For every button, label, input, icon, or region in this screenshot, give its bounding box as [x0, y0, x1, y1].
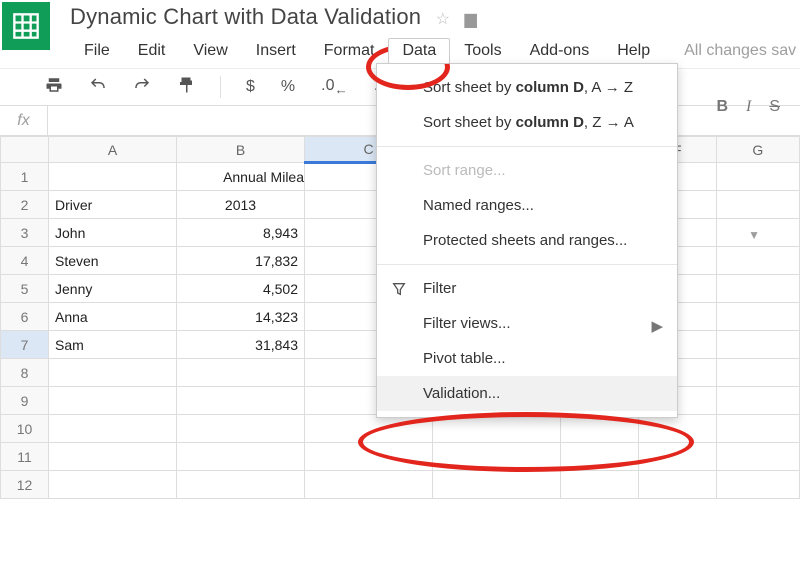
- row-header-2[interactable]: 2: [1, 191, 49, 219]
- cell-B2[interactable]: 2013: [177, 191, 305, 219]
- save-status: All changes sav: [684, 38, 796, 64]
- row-header-10[interactable]: 10: [1, 415, 49, 443]
- menu-help[interactable]: Help: [603, 38, 664, 64]
- cell-A6[interactable]: Anna: [49, 303, 177, 331]
- col-header-G[interactable]: G: [716, 137, 799, 163]
- row-header-12[interactable]: 12: [1, 471, 49, 499]
- menu-edit[interactable]: Edit: [124, 38, 180, 64]
- fx-label: fx: [0, 106, 48, 135]
- dec-decrease[interactable]: .0←: [316, 73, 353, 101]
- row-header-3[interactable]: 3: [1, 219, 49, 247]
- redo-icon[interactable]: [128, 72, 156, 103]
- submenu-arrow-icon: ▶: [651, 317, 663, 335]
- menu-format[interactable]: Format: [310, 38, 389, 64]
- menu-addons[interactable]: Add-ons: [516, 38, 604, 64]
- menu-protected[interactable]: Protected sheets and ranges...: [377, 223, 677, 258]
- row-header-11[interactable]: 11: [1, 443, 49, 471]
- cell-A4[interactable]: Steven: [49, 247, 177, 275]
- menu-sort-range: Sort range...: [377, 153, 677, 188]
- undo-icon[interactable]: [84, 72, 112, 103]
- print-icon[interactable]: [40, 72, 68, 103]
- menu-named-ranges[interactable]: Named ranges...: [377, 188, 677, 223]
- italic-button[interactable]: I: [746, 98, 751, 116]
- document-title[interactable]: Dynamic Chart with Data Validation: [70, 4, 421, 29]
- cell-A2[interactable]: Driver: [49, 191, 177, 219]
- col-header-B[interactable]: B: [177, 137, 305, 163]
- menu-filter[interactable]: Filter: [377, 271, 677, 306]
- spreadsheet-icon: [12, 12, 40, 40]
- select-all-corner[interactable]: [1, 137, 49, 163]
- col-header-A[interactable]: A: [49, 137, 177, 163]
- menu-filter-views[interactable]: Filter views...▶: [377, 306, 677, 341]
- menu-file[interactable]: File: [70, 38, 124, 64]
- filter-icon: [391, 281, 407, 301]
- format-currency[interactable]: $: [241, 74, 260, 100]
- cell-B3[interactable]: 8,943: [177, 219, 305, 247]
- row-header-4[interactable]: 4: [1, 247, 49, 275]
- menu-insert[interactable]: Insert: [242, 38, 310, 64]
- sheets-logo[interactable]: [2, 2, 50, 50]
- format-text-group: B I S: [716, 98, 780, 116]
- cell-B7[interactable]: 31,843: [177, 331, 305, 359]
- data-menu-dropdown: Sort sheet by column D, A → Z Sort sheet…: [376, 63, 678, 418]
- row-header-8[interactable]: 8: [1, 359, 49, 387]
- cell-B5[interactable]: 4,502: [177, 275, 305, 303]
- row-header-6[interactable]: 6: [1, 303, 49, 331]
- cell-B6[interactable]: 14,323: [177, 303, 305, 331]
- cell-B1[interactable]: Annual Milea: [177, 163, 305, 191]
- menu-view[interactable]: View: [179, 38, 241, 64]
- menu-sort-za[interactable]: Sort sheet by column D, Z → A: [377, 105, 677, 140]
- menu-sort-az[interactable]: Sort sheet by column D, A → Z: [377, 70, 677, 105]
- row-header-1[interactable]: 1: [1, 163, 49, 191]
- menubar: File Edit View Insert Format Data Tools …: [70, 38, 796, 64]
- cell-B4[interactable]: 17,832: [177, 247, 305, 275]
- menu-tools[interactable]: Tools: [450, 38, 515, 64]
- row-header-5[interactable]: 5: [1, 275, 49, 303]
- folder-icon[interactable]: ▆: [464, 11, 476, 28]
- row-header-7[interactable]: 7: [1, 331, 49, 359]
- cell-A7[interactable]: Sam: [49, 331, 177, 359]
- menu-pivot[interactable]: Pivot table...: [377, 341, 677, 376]
- paint-format-icon[interactable]: [172, 72, 200, 103]
- cell-A3[interactable]: John: [49, 219, 177, 247]
- menu-validation[interactable]: Validation...: [377, 376, 677, 411]
- bold-button[interactable]: B: [716, 98, 728, 116]
- cell-A5[interactable]: Jenny: [49, 275, 177, 303]
- star-icon[interactable]: ☆: [436, 11, 450, 28]
- data-validation-arrow[interactable]: ▼: [748, 228, 760, 242]
- strike-button[interactable]: S: [769, 98, 780, 116]
- row-header-9[interactable]: 9: [1, 387, 49, 415]
- menu-data[interactable]: Data: [388, 38, 450, 64]
- format-percent[interactable]: %: [276, 74, 300, 100]
